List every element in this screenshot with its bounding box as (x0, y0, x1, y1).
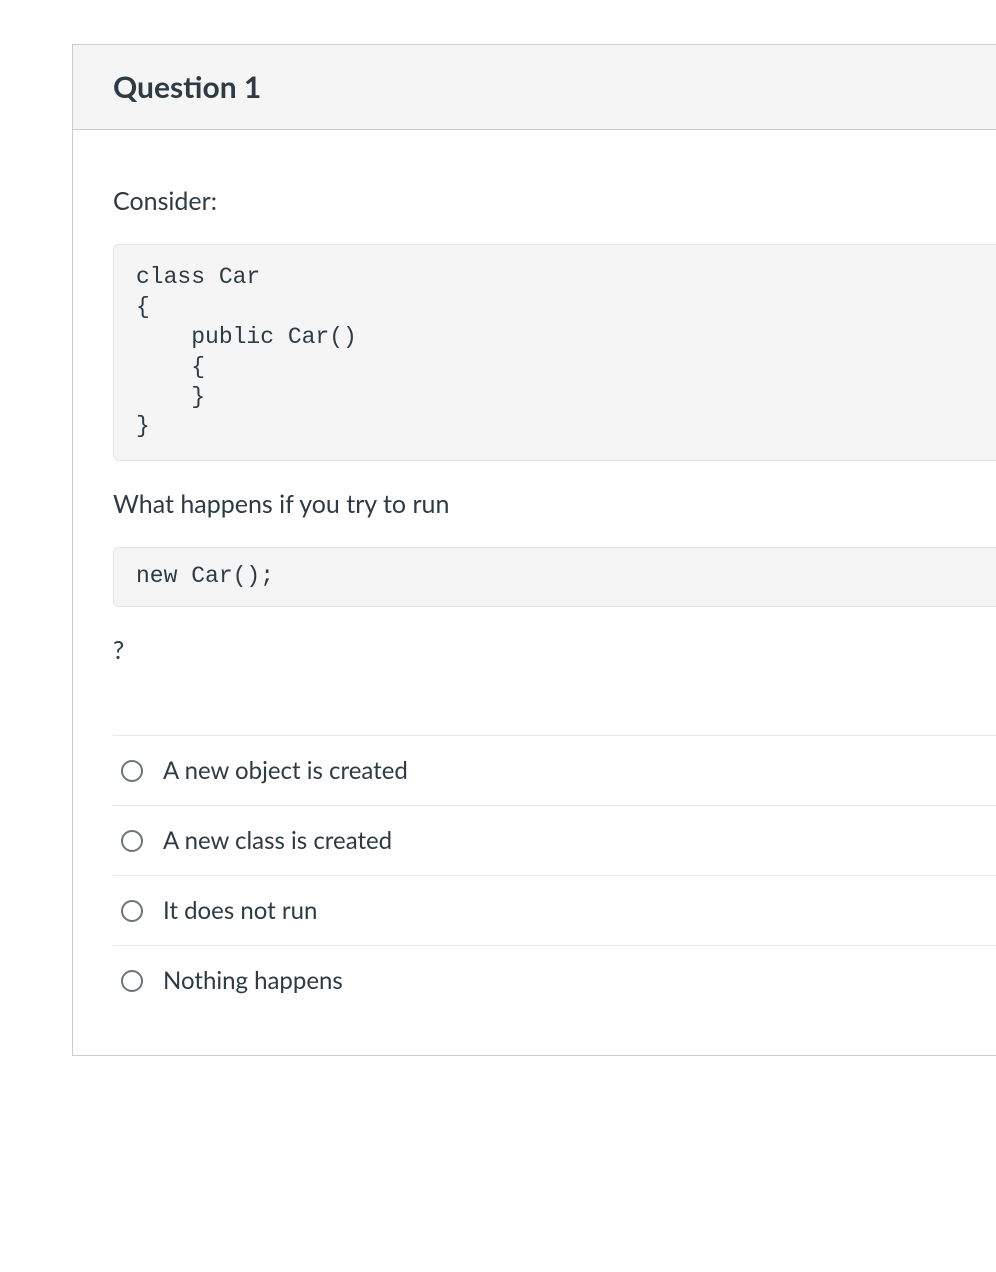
question-mark: ? (113, 635, 996, 665)
option-row[interactable]: A new class is created (113, 806, 996, 876)
radio-icon[interactable] (121, 830, 143, 852)
radio-icon[interactable] (121, 970, 143, 992)
code-block-2: new Car(); (113, 547, 996, 607)
option-label: A new object is created (163, 756, 408, 785)
option-row[interactable]: It does not run (113, 876, 996, 946)
radio-icon[interactable] (121, 900, 143, 922)
option-label: A new class is created (163, 826, 392, 855)
options-list: A new object is created A new class is c… (113, 735, 996, 1015)
question-title: Question 1 (113, 69, 956, 105)
radio-icon[interactable] (121, 760, 143, 782)
code-block-1: class Car { public Car() { } } (113, 244, 996, 461)
option-row[interactable]: A new object is created (113, 736, 996, 806)
question-container: Question 1 Consider: class Car { public … (72, 44, 996, 1056)
followup-text: What happens if you try to run (113, 489, 996, 519)
option-label: Nothing happens (163, 966, 343, 995)
option-row[interactable]: Nothing happens (113, 946, 996, 1015)
question-header: Question 1 (73, 45, 996, 130)
intro-text: Consider: (113, 186, 996, 216)
question-body: Consider: class Car { public Car() { } }… (73, 130, 996, 1055)
option-label: It does not run (163, 896, 317, 925)
